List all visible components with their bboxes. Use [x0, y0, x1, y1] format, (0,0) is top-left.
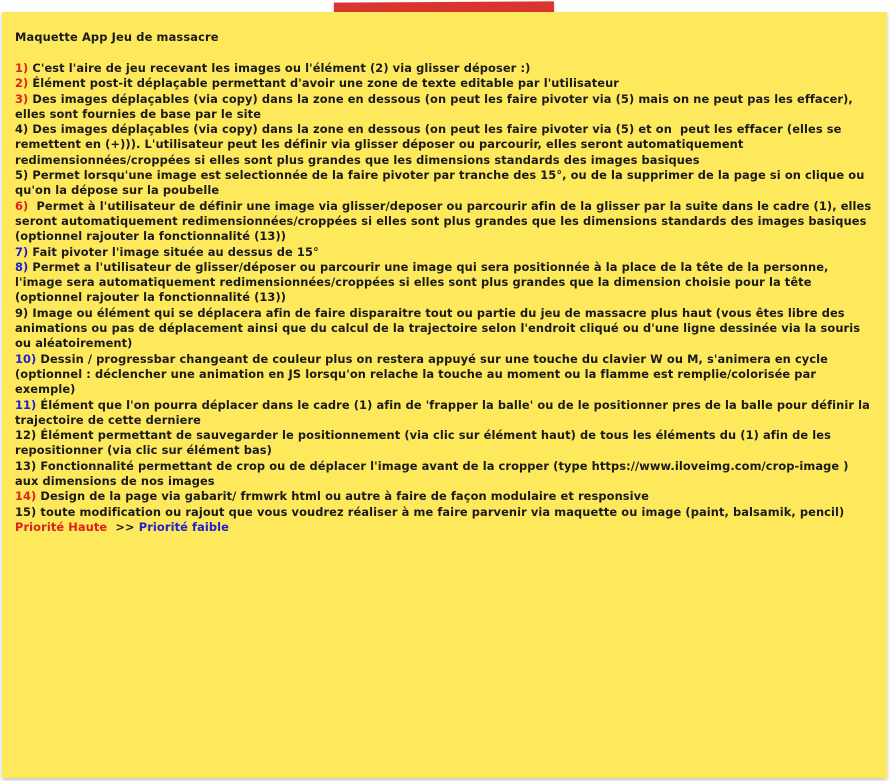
item-number: 10) [15, 351, 37, 366]
item-text: Dessin / progressbar changeant de couleu… [15, 351, 833, 397]
item-text: Élément que l'on pourra déplacer dans le… [15, 397, 875, 427]
priority-low-label: Priorité faible [138, 519, 229, 534]
item-number: 15) [15, 504, 37, 519]
list-item: 2) Élément post-it déplaçable permettant… [15, 76, 875, 91]
list-item: 7) Fait pivoter l'image située au dessus… [15, 245, 875, 260]
priority-legend: Priorité Haute >> Priorité faible [15, 520, 875, 535]
list-item: 15) toute modification ou rajout que vou… [15, 505, 875, 520]
item-text: C'est l'aire de jeu recevant les images … [28, 61, 531, 75]
item-number: 4) [15, 122, 29, 137]
item-text: Design de la page via gabarit/ frmwrk ht… [36, 489, 650, 504]
item-text: Élément permettant de sauvegarder le pos… [15, 428, 836, 458]
priority-high-label: Priorité Haute [15, 519, 108, 534]
item-number: 7) [15, 244, 29, 259]
item-text: Permet lorsqu'une image est selectionnée… [15, 168, 869, 198]
list-item: 6) Permet à l'utilisateur de définir une… [15, 199, 875, 245]
requirements-list: 1) C'est l'aire de jeu recevant les imag… [15, 61, 875, 520]
item-text: Fonctionnalité permettant de crop ou de … [15, 458, 853, 489]
item-number: 3) [15, 91, 29, 106]
item-number: 2) [15, 76, 29, 91]
list-item: 9) Image ou élément qui se déplacera afi… [15, 306, 875, 352]
item-number: 14) [15, 489, 37, 504]
item-number: 6) [15, 198, 29, 213]
list-item: 13) Fonctionnalité permettant de crop ou… [15, 459, 875, 490]
list-item: 1) C'est l'aire de jeu recevant les imag… [15, 61, 875, 76]
item-text: Élément post-it déplaçable permettant d'… [28, 76, 620, 91]
note-title: Maquette App Jeu de massacre [15, 30, 219, 44]
item-text: Image ou élément qui se déplacera afin d… [15, 305, 865, 351]
priority-arrow: >> [107, 519, 139, 534]
item-number: 12) [15, 428, 37, 443]
item-text: toute modification ou rajout que vous vo… [36, 504, 845, 519]
list-item: 10) Dessin / progressbar changeant de co… [15, 352, 875, 398]
list-item: 4) Des images déplaçables (via copy) dan… [15, 122, 875, 168]
item-number: 13) [15, 458, 37, 473]
item-number: 1) [15, 61, 29, 75]
item-number: 11) [15, 397, 37, 412]
item-text: Permet à l'utilisateur de définir une im… [15, 198, 876, 244]
item-text: Des images déplaçables (via copy) dans l… [15, 91, 857, 121]
item-text: Permet a l'utilisateur de glisser/dépose… [15, 259, 833, 305]
list-item: 3) Des images déplaçables (via copy) dan… [15, 92, 875, 123]
list-item: 8) Permet a l'utilisateur de glisser/dép… [15, 260, 875, 306]
item-number: 5) [15, 168, 29, 183]
sticky-note: Maquette App Jeu de massacre 1) C'est l'… [2, 12, 887, 778]
list-item: 12) Élément permettant de sauvegarder le… [15, 428, 875, 459]
item-number: 9) [15, 305, 29, 320]
item-number: 8) [15, 259, 29, 274]
list-item: 5) Permet lorsqu'une image est selection… [15, 168, 875, 199]
list-item: 14) Design de la page via gabarit/ frmwr… [15, 489, 875, 504]
item-text: Des images déplaçables (via copy) dans l… [15, 122, 846, 167]
item-text: Fait pivoter l'image située au dessus de… [28, 244, 319, 259]
list-item: 11) Élément que l'on pourra déplacer dan… [15, 398, 875, 429]
